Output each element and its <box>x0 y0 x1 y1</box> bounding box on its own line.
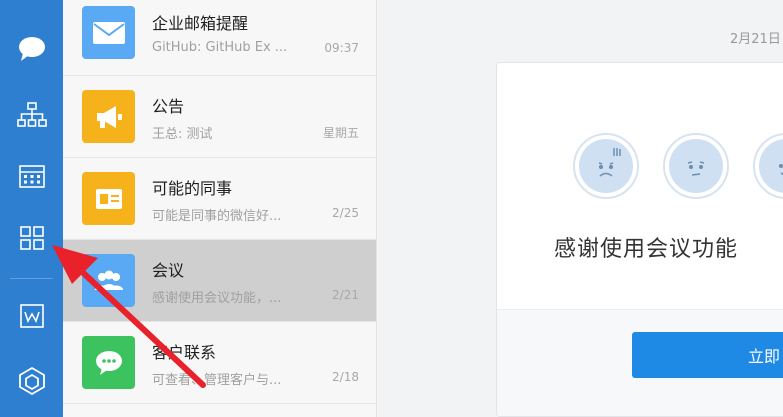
card-title: 感谢使用会议功能 <box>554 237 739 262</box>
chat-panel: 2月21日 感谢使用会议功能 立即 <box>378 0 783 417</box>
rail-divider <box>10 278 53 279</box>
calendar-icon <box>18 163 46 193</box>
conversation-time: 2/25 <box>332 206 359 220</box>
sad-face-icon <box>573 133 639 199</box>
megaphone-icon <box>82 90 135 143</box>
conversation-list[interactable]: 企业邮箱提醒 GitHub: GitHub Ex ... 09:37 公告 王总… <box>63 0 377 417</box>
smile-face-icon <box>753 133 783 199</box>
left-nav-rail <box>0 0 63 417</box>
conversation-item-meeting[interactable]: 会议 感谢使用会议功能，... 2/21 <box>63 240 376 322</box>
conversation-item-possible-colleagues[interactable]: 可能的同事 可能是同事的微信好... 2/25 <box>63 158 376 240</box>
conversation-title: 可能的同事 <box>152 179 233 198</box>
meeting-intro-card: 感谢使用会议功能 立即 <box>496 62 783 417</box>
rail-hexagon-button[interactable] <box>0 360 63 406</box>
conversation-title: 公告 <box>152 97 185 116</box>
wechat-bubble-icon <box>82 336 135 389</box>
conversation-item-customer-contact[interactable]: 客户联系 可查看、管理客户与... 2/18 <box>63 322 376 404</box>
conversation-title: 会议 <box>152 261 185 280</box>
message-date: 2月21日 <box>730 32 781 47</box>
card-footer: 立即 <box>497 309 783 416</box>
conversation-time: 2/21 <box>332 288 359 302</box>
conversation-time: 2/18 <box>332 370 359 384</box>
conversation-preview: 感谢使用会议功能，... <box>152 291 282 306</box>
document-w-icon <box>19 303 45 333</box>
conversation-preview: 王总: 测试 <box>152 127 213 142</box>
apps-grid-icon <box>19 225 45 255</box>
mail-icon <box>82 6 135 59</box>
rail-calendar-button[interactable] <box>0 155 63 201</box>
org-chart-icon <box>16 102 47 132</box>
conversation-title: 企业邮箱提醒 <box>152 14 249 33</box>
start-now-button[interactable]: 立即 <box>632 332 783 378</box>
neutral-face-icon <box>663 133 729 199</box>
rail-messages-button[interactable] <box>0 28 63 74</box>
conversation-time: 09:37 <box>324 41 359 55</box>
conversation-preview: GitHub: GitHub Ex ... <box>152 40 288 55</box>
conversation-title: 客户联系 <box>152 343 217 362</box>
contact-card-icon <box>82 172 135 225</box>
conversation-preview: 可查看、管理客户与... <box>152 373 282 388</box>
conversation-preview: 可能是同事的微信好... <box>152 209 282 224</box>
rail-org-button[interactable] <box>0 94 63 140</box>
conversation-item-announcement[interactable]: 公告 王总: 测试 星期五 <box>63 76 376 158</box>
rail-wedrive-button[interactable] <box>0 295 63 341</box>
hexagon-icon <box>18 366 46 400</box>
conversation-time: 星期五 <box>322 126 359 140</box>
people-icon <box>82 254 135 307</box>
rail-workbench-button[interactable] <box>0 217 63 263</box>
app-window: 企业邮箱提醒 GitHub: GitHub Ex ... 09:37 公告 王总… <box>0 0 783 417</box>
chat-bubble-icon <box>17 35 47 67</box>
conversation-item-mail-reminder[interactable]: 企业邮箱提醒 GitHub: GitHub Ex ... 09:37 <box>63 0 376 76</box>
